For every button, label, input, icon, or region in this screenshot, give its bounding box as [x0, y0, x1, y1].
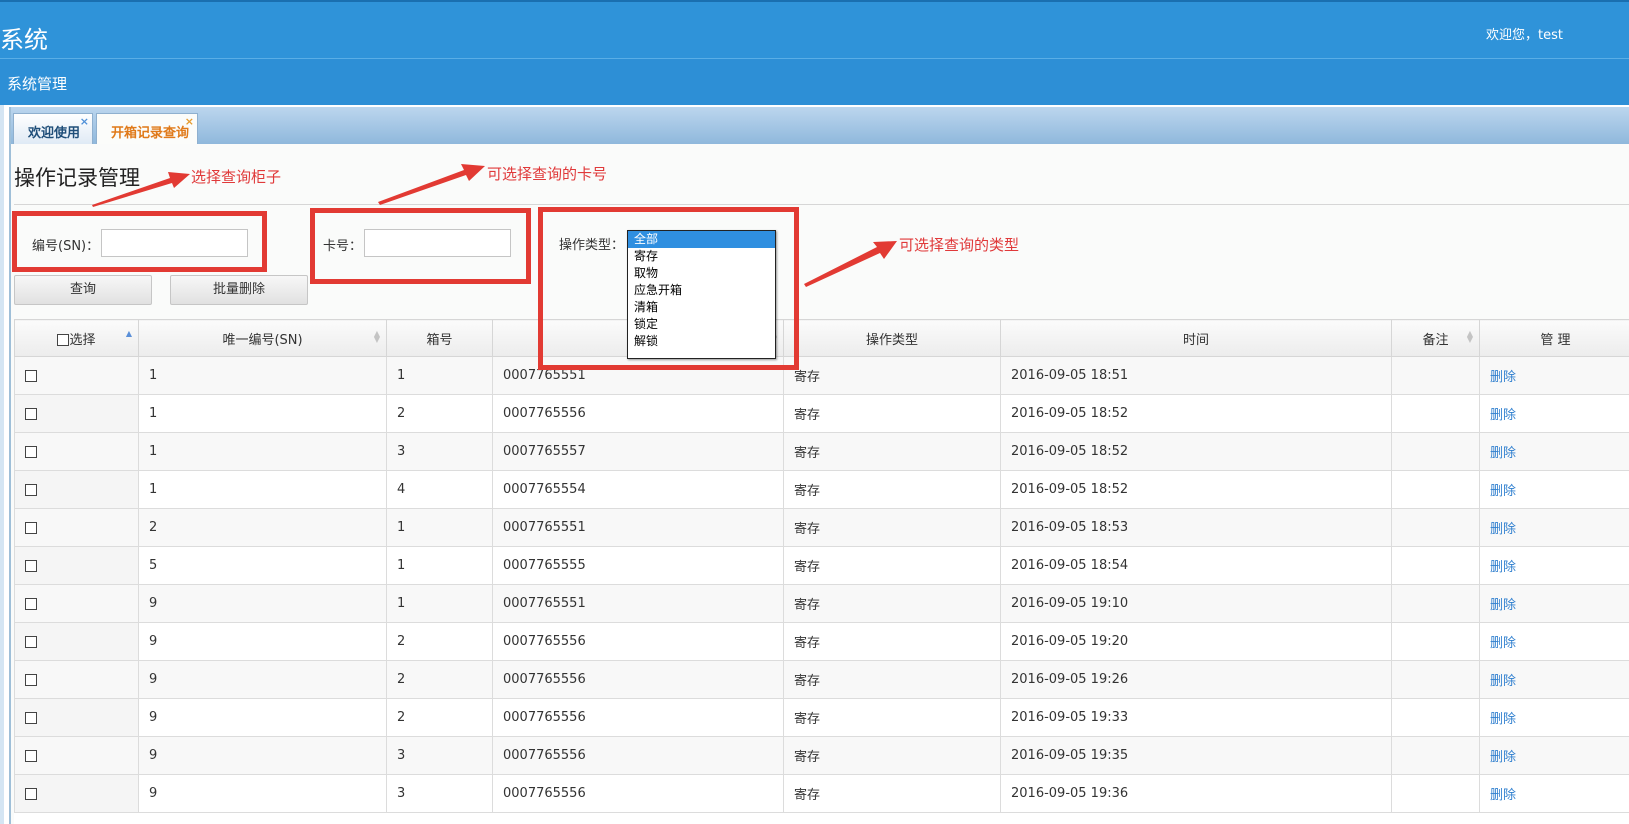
- annotation-arrow-sn: [92, 172, 190, 207]
- annotation-arrow-card: [378, 164, 485, 205]
- annotation-arrows: [92, 164, 897, 287]
- annotation-arrow-type: [804, 241, 897, 287]
